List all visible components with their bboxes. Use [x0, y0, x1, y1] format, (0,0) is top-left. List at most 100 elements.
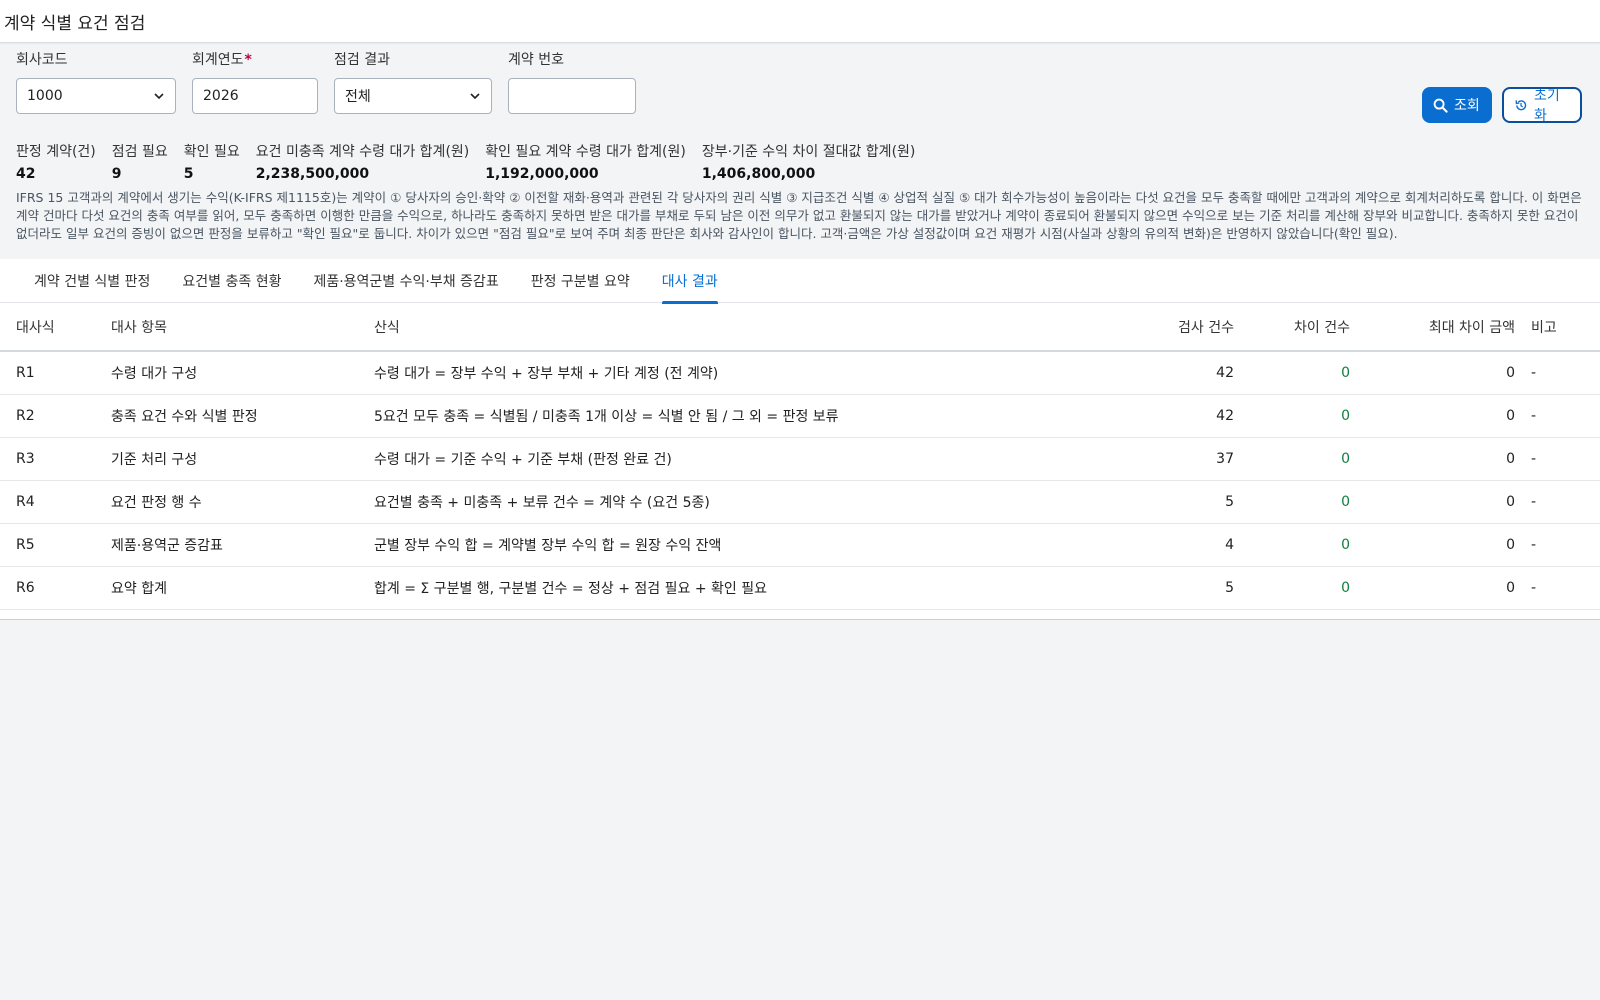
- company-code-label: 회사코드: [16, 52, 68, 68]
- reconciliation-table: 대사식 대사 항목 산식 검사 건수 차이 건수 최대 차이 금액 비고 R1 …: [0, 303, 1600, 610]
- cell-note: -: [1519, 566, 1600, 610]
- cell-item: 수령 대가 구성: [111, 351, 374, 395]
- stat-label: 점검 필요: [111, 144, 168, 160]
- cell-checked: 5: [1114, 480, 1238, 524]
- cell-diff-count: 0: [1238, 480, 1354, 524]
- table-row[interactable]: R5 제품·용역군 증감표 군별 장부 수익 합 = 계약별 장부 수익 합 =…: [0, 523, 1600, 567]
- filter-bar: 회사코드 1000 회계연도* 2026 점검 결과 전체 계약 번호 조회 초…: [0, 43, 1600, 131]
- stat-revenue-difference: 장부·기준 수익 차이 절대값 합계(원) 1,406,800,000: [702, 141, 916, 185]
- chevron-down-icon: [154, 93, 164, 100]
- cell-max-diff: 0: [1354, 394, 1519, 438]
- column-header-item[interactable]: 대사 항목: [111, 303, 374, 352]
- stat-label: 확인 필요: [183, 144, 240, 160]
- column-header-rule[interactable]: 대사식: [0, 303, 111, 352]
- stat-value: 2,238,500,000: [255, 166, 370, 182]
- stat-unmet-consideration: 요건 미충족 계약 수령 대가 합계(원) 2,238,500,000: [256, 141, 470, 185]
- stat-confirm-needed: 확인 필요 5: [184, 141, 240, 185]
- cell-checked: 5: [1114, 566, 1238, 610]
- fiscal-year-value: 2026: [203, 88, 239, 104]
- table-row[interactable]: R1 수령 대가 구성 수령 대가 = 장부 수익 + 장부 부채 + 기타 계…: [0, 351, 1600, 395]
- column-header-diff-count[interactable]: 차이 건수: [1238, 303, 1354, 352]
- table-header-row: 대사식 대사 항목 산식 검사 건수 차이 건수 최대 차이 금액 비고: [0, 303, 1600, 352]
- cell-note: -: [1519, 480, 1600, 524]
- check-result-select[interactable]: 전체: [334, 78, 492, 114]
- chevron-down-icon: [470, 93, 480, 100]
- cell-rule: R3: [0, 437, 111, 481]
- stat-label: 판정 계약(건): [16, 144, 96, 160]
- fiscal-year-input[interactable]: 2026: [192, 78, 318, 114]
- cell-item: 충족 요건 수와 식별 판정: [111, 394, 374, 438]
- cell-diff-count: 0: [1238, 523, 1354, 567]
- cell-max-diff: 0: [1354, 480, 1519, 524]
- tab-contract-judgment[interactable]: 계약 건별 식별 판정: [18, 259, 166, 303]
- column-header-max-diff[interactable]: 최대 차이 금액: [1354, 303, 1519, 352]
- cell-diff-count: 0: [1238, 437, 1354, 481]
- tab-bar: 계약 건별 식별 판정 요건별 충족 현황 제품·용역군별 수익·부채 증감표 …: [0, 259, 1600, 304]
- cell-checked: 42: [1114, 394, 1238, 438]
- cell-formula: 합계 = Σ 구분별 행, 구분별 건수 = 정상 + 점검 필요 + 확인 필…: [374, 566, 1114, 610]
- contract-no-input[interactable]: [508, 78, 636, 114]
- cell-item: 제품·용역군 증감표: [111, 523, 374, 567]
- search-icon: [1433, 98, 1448, 113]
- search-button-label: 조회: [1454, 98, 1480, 114]
- fiscal-year-label: 회계연도*: [192, 51, 318, 78]
- cell-formula: 5요건 모두 충족 = 식별됨 / 미충족 1개 이상 = 식별 안 됨 / 그…: [374, 394, 1114, 438]
- required-mark: *: [244, 52, 252, 68]
- contract-no-field: 계약 번호: [508, 51, 636, 131]
- column-header-checked[interactable]: 검사 건수: [1114, 303, 1238, 352]
- page-title: 계약 식별 요건 점검: [4, 13, 146, 34]
- tab-judgment-summary[interactable]: 판정 구분별 요약: [515, 259, 646, 303]
- cell-note: -: [1519, 523, 1600, 567]
- cell-checked: 37: [1114, 437, 1238, 481]
- stat-judged-contracts: 판정 계약(건) 42: [16, 141, 96, 185]
- cell-max-diff: 0: [1354, 437, 1519, 481]
- summary-stats: 판정 계약(건) 42 점검 필요 9 확인 필요 5 요건 미충족 계약 수령…: [0, 131, 1600, 185]
- company-code-value: 1000: [27, 88, 63, 104]
- cell-rule: R5: [0, 523, 111, 567]
- contract-no-label: 계약 번호: [508, 52, 564, 68]
- stat-confirm-consideration: 확인 필요 계약 수령 대가 합계(원) 1,192,000,000: [485, 141, 686, 185]
- fiscal-year-field: 회계연도* 2026: [192, 51, 318, 131]
- tab-product-group-changes[interactable]: 제품·용역군별 수익·부채 증감표: [297, 259, 514, 303]
- tab-reconciliation-results[interactable]: 대사 결과: [646, 259, 734, 304]
- table-row[interactable]: R2 충족 요건 수와 식별 판정 5요건 모두 충족 = 식별됨 / 미충족 …: [0, 394, 1600, 438]
- cell-max-diff: 0: [1354, 566, 1519, 610]
- title-bar: 계약 식별 요건 점검: [0, 0, 1600, 43]
- cell-diff-count: 0: [1238, 351, 1354, 395]
- tab-requirement-status[interactable]: 요건별 충족 현황: [166, 259, 297, 303]
- table-row[interactable]: R3 기준 처리 구성 수령 대가 = 기준 수익 + 기준 부채 (판정 완료…: [0, 437, 1600, 481]
- cell-item: 기준 처리 구성: [111, 437, 374, 481]
- cell-item: 요약 합계: [111, 566, 374, 610]
- cell-checked: 4: [1114, 523, 1238, 567]
- column-header-note[interactable]: 비고: [1519, 303, 1600, 352]
- stat-label: 확인 필요 계약 수령 대가 합계(원): [485, 144, 686, 160]
- table-row[interactable]: R6 요약 합계 합계 = Σ 구분별 행, 구분별 건수 = 정상 + 점검 …: [0, 566, 1600, 610]
- check-result-value: 전체: [345, 89, 371, 105]
- stat-label: 장부·기준 수익 차이 절대값 합계(원): [701, 144, 916, 160]
- reset-icon: [1515, 99, 1527, 110]
- cell-item: 요건 판정 행 수: [111, 480, 374, 524]
- stat-value: 1,192,000,000: [485, 166, 599, 182]
- cell-rule: R4: [0, 480, 111, 524]
- cell-max-diff: 0: [1354, 351, 1519, 395]
- stat-check-needed: 점검 필요 9: [112, 141, 168, 185]
- reset-button-label: 초기화: [1533, 88, 1560, 124]
- cell-formula: 군별 장부 수익 합 = 계약별 장부 수익 합 = 원장 수익 잔액: [374, 523, 1114, 567]
- cell-diff-count: 0: [1238, 394, 1354, 438]
- search-button[interactable]: 조회: [1422, 87, 1492, 123]
- cell-max-diff: 0: [1354, 523, 1519, 567]
- stat-label: 요건 미충족 계약 수령 대가 합계(원): [255, 144, 470, 160]
- table-row[interactable]: R4 요건 판정 행 수 요건별 충족 + 미충족 + 보류 건수 = 계약 수…: [0, 480, 1600, 524]
- stat-value: 42: [16, 166, 36, 182]
- cell-rule: R2: [0, 394, 111, 438]
- check-result-label: 점검 결과: [334, 52, 390, 68]
- company-code-select[interactable]: 1000: [16, 78, 176, 114]
- stat-value: 1,406,800,000: [701, 166, 816, 182]
- column-header-formula[interactable]: 산식: [374, 303, 1114, 352]
- stat-value: 9: [111, 166, 122, 182]
- fiscal-year-label-text: 회계연도: [192, 52, 244, 68]
- cell-formula: 수령 대가 = 기준 수익 + 기준 부채 (판정 완료 건): [374, 437, 1114, 481]
- cell-rule: R6: [0, 566, 111, 610]
- tab-panel: 계약 건별 식별 판정 요건별 충족 현황 제품·용역군별 수익·부채 증감표 …: [0, 259, 1600, 620]
- reset-button[interactable]: 초기화: [1502, 87, 1582, 124]
